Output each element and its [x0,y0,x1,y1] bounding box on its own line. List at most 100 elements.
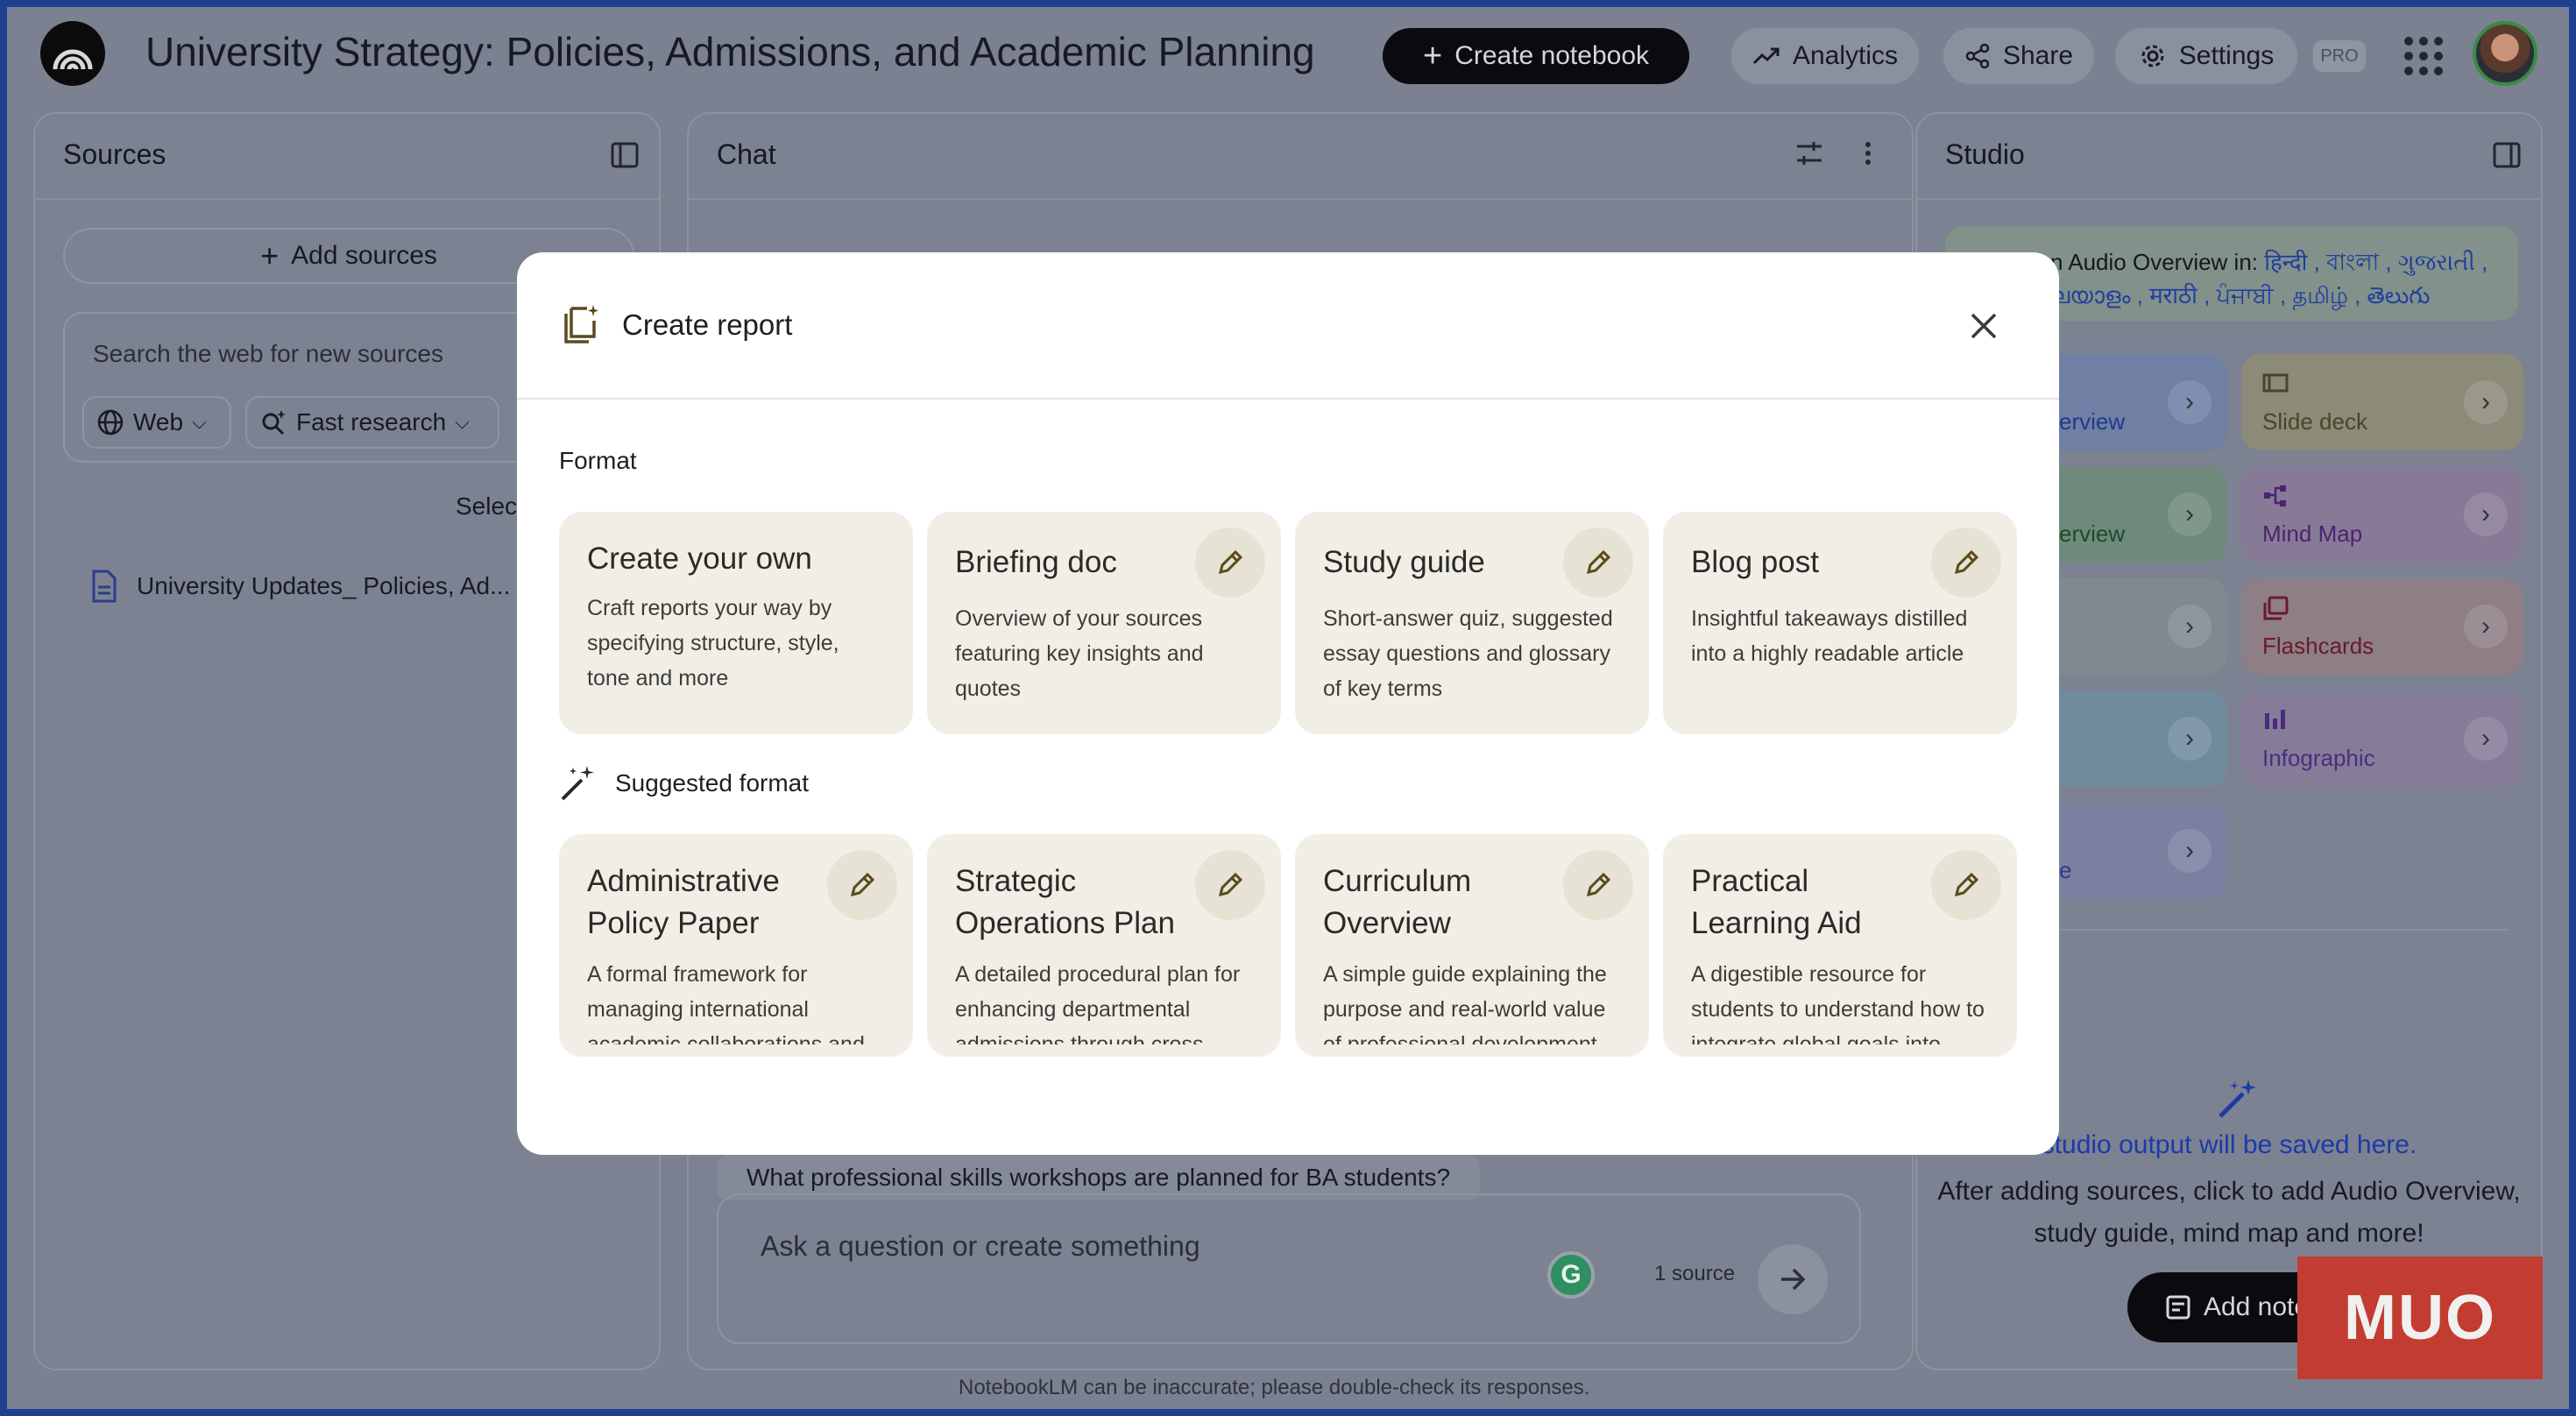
pencil-icon [1218,872,1243,897]
disclaimer-text: NotebookLM can be inaccurate; please dou… [959,1376,1590,1399]
share-label: Share [2002,41,2074,70]
card-title: Study guide [1323,545,1485,579]
tune-icon[interactable] [1794,138,1824,168]
collapse-panel-icon[interactable] [610,140,640,170]
edit-button[interactable] [1195,527,1265,598]
sources-title: Sources [63,138,166,170]
collapse-panel-icon[interactable] [2492,140,2522,170]
create-report-dialog: Create report Format Create your own Cra… [517,252,2059,1155]
chevron-right-icon[interactable]: › [2168,717,2212,761]
search-sparkle-icon [262,410,286,435]
close-icon [1971,313,1997,339]
card-description: Insightful takeaways distilled into a hi… [1691,606,1968,666]
create-notebook-label: Create notebook [1454,41,1650,70]
card-description: A simple guide explaining the purpose an… [1323,962,1616,1044]
language-links[interactable]: ലയാളം , मराठी , ਪੰਜਾਬੀ , தமிழ் , తెలుగు [2050,282,2430,308]
format-card-blog-post[interactable]: Blog post Insightful takeaways distilled… [1663,512,2017,734]
edit-button[interactable] [1563,850,1633,920]
chevron-right-icon[interactable]: › [2168,492,2212,536]
search-input[interactable]: Search the web for new sources [93,340,443,368]
suggested-card-curriculum-overview[interactable]: Curriculum Overview A simple guide expla… [1295,834,1649,1057]
chevron-right-icon[interactable]: › [2464,717,2508,761]
edit-button[interactable] [1563,527,1633,598]
suggested-card-practical-learning-aid[interactable]: Practical Learning Aid A digestible reso… [1663,834,2017,1057]
share-button[interactable]: Share [1943,28,2094,84]
language-links[interactable]: हिन्दी , বাংলা , ગુજરાતી , [2264,249,2488,275]
format-card-create-your-own[interactable]: Create your own Craft reports your way b… [559,512,913,734]
source-count: 1 source [1654,1262,1736,1285]
dialog-title: Create report [622,308,793,341]
more-vert-icon[interactable] [1859,138,1877,168]
studio-tile-infographic[interactable]: Infographic › [2241,690,2523,787]
research-mode-dropdown[interactable]: Fast research ⌵ [245,396,499,449]
chevron-right-icon[interactable]: › [2168,829,2212,873]
magic-wand-icon [561,766,594,801]
edit-button[interactable] [1931,850,2001,920]
document-icon [92,570,117,603]
plus-icon: + [1422,38,1443,74]
suggested-card-administrative-policy-paper[interactable]: Administrative Policy Paper A formal fra… [559,834,913,1057]
card-description: Short-answer quiz, suggested essay quest… [1323,606,1613,701]
card-description: Craft reports your way by specifying str… [587,596,839,690]
web-dropdown[interactable]: Web ⌵ [82,396,231,449]
card-description: A digestible resource for students to un… [1691,962,1985,1044]
chevron-right-icon[interactable]: › [2464,605,2508,648]
gear-icon [2141,45,2164,67]
pencil-icon [1218,549,1243,575]
settings-button[interactable]: Settings [2115,28,2297,84]
chevron-down-icon: ⌵ [192,411,207,433]
help-line: After adding sources, click to add Audio… [1937,1177,2521,1206]
add-sources-label: Add sources [291,241,437,270]
banner-prefix: n Audio Overview in: [2050,249,2265,275]
tile-label: erview [2059,408,2126,435]
source-title: University Updates_ Policies, Ad... [137,572,511,599]
create-notebook-button[interactable]: + Create notebook [1383,28,1689,84]
studio-tile-flashcards[interactable]: Flashcards › [2241,578,2523,675]
chevron-right-icon[interactable]: › [2464,380,2508,424]
chat-input[interactable]: Ask a question or create something [761,1230,1200,1263]
muo-watermark-logo: MUO [2297,1257,2543,1379]
chevron-right-icon[interactable]: › [2168,605,2212,648]
settings-label: Settings [2178,41,2275,70]
magic-wand-icon [2219,1080,2256,1118]
notebook-title[interactable]: University Strategy: Policies, Admission… [145,28,1315,75]
globe-icon [97,409,124,435]
tile-label: e [2059,857,2072,883]
grammarly-icon[interactable]: G [1547,1251,1595,1299]
studio-tile-mind-map[interactable]: Mind Map › [2241,466,2523,563]
edit-button[interactable] [827,850,897,920]
format-card-briefing-doc[interactable]: Briefing doc Overview of your sources fe… [927,512,1281,734]
edit-button[interactable] [1931,527,2001,598]
list-item[interactable]: University Updates_ Policies, Ad... [91,570,510,603]
share-icon [1965,43,1990,69]
chat-toolbar [1794,138,1877,168]
card-title: Strategic Operations Plan [955,864,1175,940]
select-all-label: Select [456,492,524,520]
studio-tile-slide-deck[interactable]: Slide deck › [2241,354,2523,450]
card-title: Administrative Policy Paper [587,864,780,940]
card-title: Practical Learning Aid [1691,864,1862,940]
web-label: Web [133,408,184,435]
chevron-right-icon[interactable]: › [2168,380,2212,424]
report-sparkle-icon [564,305,598,343]
notebooklm-logo-icon[interactable] [40,21,105,86]
apps-grid-icon[interactable] [2404,37,2443,75]
flashcards-icon [2263,596,2289,620]
edit-button[interactable] [1195,850,1265,920]
suggested-card-strategic-operations-plan[interactable]: Strategic Operations Plan A detailed pro… [927,834,1281,1057]
note-icon [2166,1295,2190,1320]
card-title: Blog post [1691,545,1819,579]
analytics-button[interactable]: Analytics [1731,28,1919,84]
send-button[interactable] [1758,1244,1828,1314]
format-section-label: Format [559,447,637,474]
format-card-study-guide[interactable]: Study guide Short-answer quiz, suggested… [1295,512,1649,734]
help-line: study guide, mind map and more! [2034,1219,2424,1248]
trending-up-icon [1752,47,1780,65]
avatar[interactable] [2473,21,2537,86]
close-button[interactable] [1959,301,2008,350]
panel-divider [1917,198,2541,200]
pencil-icon [1954,872,1979,897]
chevron-right-icon[interactable]: › [2464,492,2508,536]
card-title: Curriculum Overview [1323,864,1472,940]
panel-divider [35,198,659,200]
